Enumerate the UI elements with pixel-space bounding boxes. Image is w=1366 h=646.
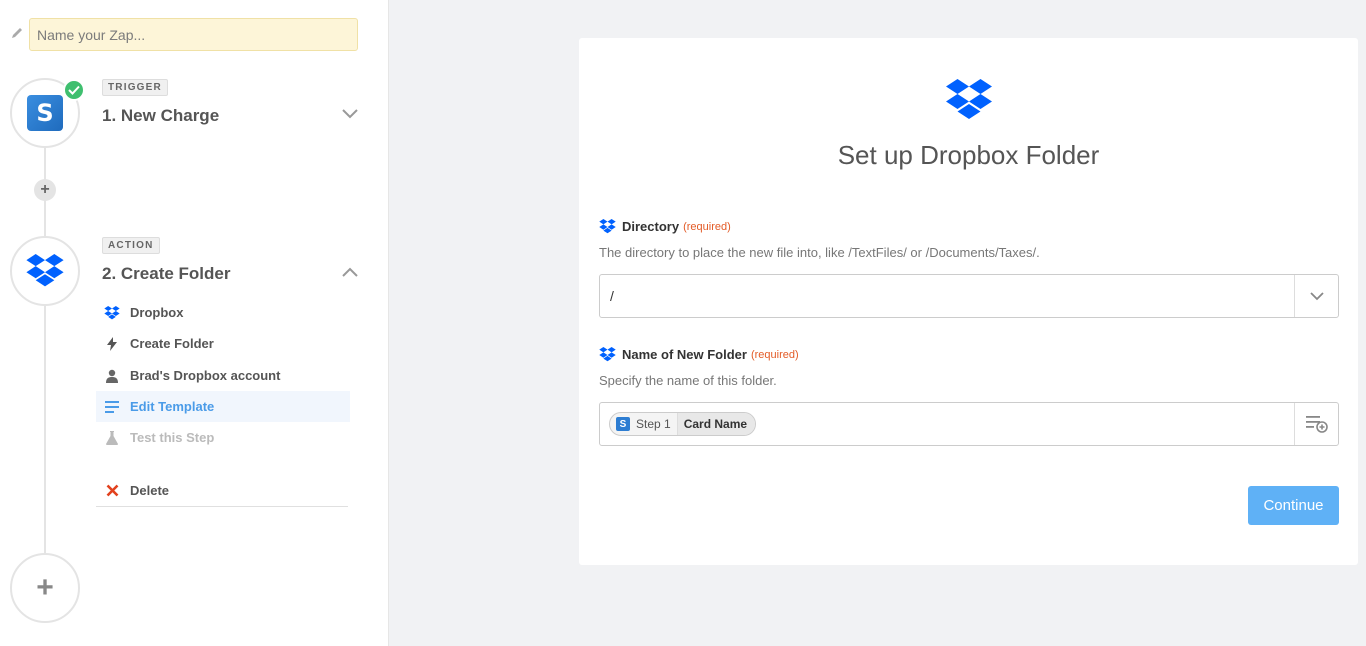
pencil-icon	[12, 28, 22, 38]
sidebar-item-label: Edit Template	[130, 399, 215, 414]
sidebar-item-label: Test this Step	[130, 430, 215, 445]
sidebar-item-test-step[interactable]: Test this Step	[96, 422, 350, 453]
trigger-tag: TRIGGER	[102, 79, 168, 96]
required-badge: (required)	[750, 348, 799, 361]
folder-name-help-text: Specify the name of this folder.	[599, 373, 777, 388]
folder-name-label-text: Name of New Folder	[622, 347, 747, 362]
user-icon	[102, 368, 122, 384]
dropbox-icon	[946, 79, 992, 119]
add-step-between-button[interactable]: +	[34, 179, 56, 201]
sidebar-item-account[interactable]: Brad's Dropbox account	[96, 360, 350, 391]
stripe-app-icon: S	[616, 417, 630, 431]
timeline-line	[44, 148, 46, 554]
add-step-button[interactable]: +	[10, 553, 80, 623]
zap-editor-sidebar: S TRIGGER 1. New Charge + ACTION 2. Crea…	[0, 0, 389, 646]
dropbox-icon	[599, 219, 616, 234]
sidebar-item-label: Dropbox	[130, 305, 184, 320]
folder-name-label: Name of New Folder (required)	[599, 347, 799, 362]
setup-card: Set up Dropbox Folder Directory (require…	[579, 38, 1358, 565]
flask-icon	[102, 430, 122, 446]
pill-field-name: Card Name	[676, 413, 756, 435]
directory-select[interactable]: /	[599, 274, 1339, 318]
insert-field-button[interactable]	[1294, 403, 1338, 445]
chevron-down-icon	[1309, 291, 1324, 300]
bolt-icon	[102, 336, 122, 352]
trigger-step-title[interactable]: 1. New Charge	[102, 106, 219, 126]
check-icon	[63, 79, 85, 101]
list-icon	[102, 399, 122, 415]
continue-button[interactable]: Continue	[1248, 486, 1339, 525]
action-tag: ACTION	[102, 237, 160, 254]
directory-value: /	[610, 288, 614, 304]
directory-label-text: Directory	[622, 219, 680, 234]
dropbox-icon	[26, 254, 64, 287]
chevron-up-icon[interactable]	[341, 266, 359, 278]
directory-help-text: The directory to place the new file into…	[599, 245, 1040, 260]
directory-label: Directory (required)	[599, 219, 731, 234]
sidebar-item-label: Create Folder	[130, 336, 214, 351]
pill-step-label: Step 1	[636, 417, 671, 431]
sidebar-item-label: Brad's Dropbox account	[130, 368, 281, 383]
directory-dropdown-button[interactable]	[1294, 275, 1338, 317]
zap-name-input[interactable]	[29, 18, 358, 51]
sidebar-item-app[interactable]: Dropbox	[96, 297, 350, 328]
page-title: Set up Dropbox Folder	[837, 140, 1100, 170]
chevron-down-icon[interactable]	[341, 108, 359, 120]
dropbox-icon	[102, 305, 122, 321]
required-badge: (required)	[683, 220, 731, 233]
insert-field-icon	[1305, 416, 1328, 433]
field-pill[interactable]: S Step 1 Card Name	[609, 412, 757, 436]
sidebar-item-edit-template[interactable]: Edit Template	[96, 391, 350, 422]
divider	[96, 506, 348, 507]
dropbox-icon	[599, 347, 616, 362]
delete-label: Delete	[130, 483, 170, 498]
delete-step-button[interactable]: Delete	[96, 475, 350, 506]
close-icon	[102, 483, 122, 499]
action-step-circle[interactable]	[10, 236, 80, 306]
stripe-app-icon: S	[27, 95, 63, 131]
folder-name-input[interactable]: S Step 1 Card Name	[599, 402, 1339, 446]
action-step-title[interactable]: 2. Create Folder	[102, 264, 231, 284]
sidebar-item-action[interactable]: Create Folder	[96, 328, 350, 359]
